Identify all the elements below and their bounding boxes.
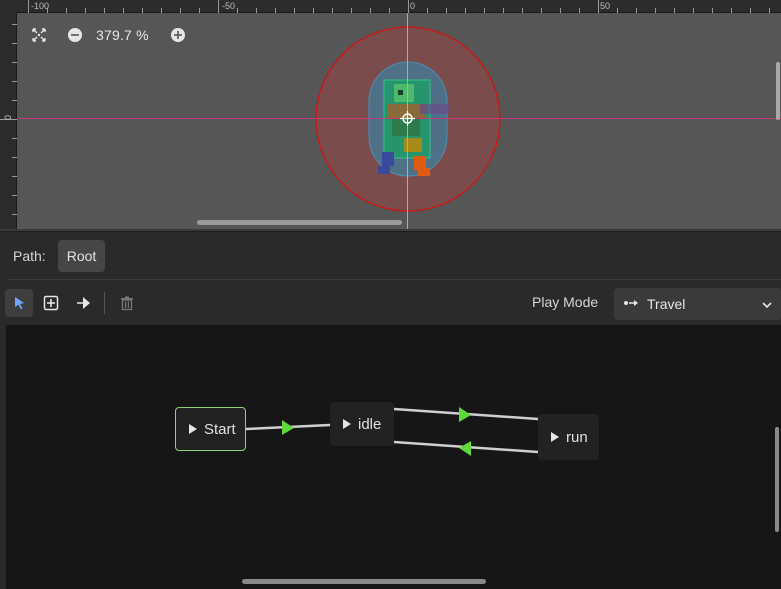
ruler-minor-tick: [123, 8, 124, 13]
ruler-minor-tick: [351, 8, 352, 13]
state-node-label: idle: [358, 415, 382, 433]
ruler-label-50: 50: [600, 1, 611, 11]
ruler-minor-tick: [370, 8, 371, 13]
ruler-minor-tick: [503, 8, 504, 13]
ruler-minor-tick: [446, 8, 447, 13]
ruler-minor-tick: [12, 100, 17, 101]
ruler-minor-tick: [560, 8, 561, 13]
ruler-minor-tick: [541, 8, 542, 13]
connect-tool-icon[interactable]: [69, 289, 97, 317]
travel-icon: [623, 295, 639, 313]
state-node-start[interactable]: Start: [175, 407, 246, 451]
ruler-minor-tick: [769, 8, 770, 13]
graph-horizontal-scrollbar[interactable]: [242, 579, 486, 584]
ruler-minor-tick: [12, 176, 17, 177]
zoom-in-icon[interactable]: [167, 24, 189, 46]
state-node-label: Start: [204, 420, 236, 438]
viewport-horizontal-scrollbar[interactable]: [197, 220, 402, 225]
ruler-minor-tick: [12, 43, 17, 44]
zoom-out-icon[interactable]: [64, 24, 86, 46]
chevron-down-icon: [761, 298, 773, 316]
ruler-minor-tick: [12, 24, 17, 25]
ruler-minor-tick: [294, 8, 295, 13]
ruler-corner: [0, 0, 17, 13]
ruler-label-minus-50: -50: [222, 1, 236, 11]
ruler-minor-tick: [731, 8, 732, 13]
path-bar: Path: Root: [0, 232, 781, 280]
ruler-minor-tick: [142, 8, 143, 13]
ruler-major-tick: [218, 0, 219, 13]
transition-arrow-icon: [459, 407, 471, 422]
path-label: Path:: [13, 248, 46, 264]
root-path-button[interactable]: Root: [57, 240, 106, 272]
ruler-minor-tick: [12, 62, 17, 63]
ruler-minor-tick: [161, 8, 162, 13]
horizontal-ruler: [0, 0, 781, 13]
ruler-minor-tick: [237, 8, 238, 13]
ruler-minor-tick: [12, 214, 17, 215]
ruler-minor-tick: [750, 8, 751, 13]
play-icon: [189, 424, 197, 434]
toolbar-separator: [104, 292, 105, 314]
ruler-minor-tick: [655, 8, 656, 13]
transition-arrow-icon: [282, 420, 294, 435]
play-icon: [343, 419, 351, 429]
ruler-minor-tick: [12, 138, 17, 139]
ruler-minor-tick: [180, 8, 181, 13]
ruler-minor-tick: [275, 8, 276, 13]
viewport-bottom-divider[interactable]: [0, 229, 781, 231]
ruler-minor-tick: [66, 8, 67, 13]
ruler-minor-tick: [693, 8, 694, 13]
ruler-minor-tick: [465, 8, 466, 13]
ruler-minor-tick: [636, 8, 637, 13]
viewport-vertical-scrollbar[interactable]: [776, 62, 780, 120]
ruler-minor-tick: [256, 8, 257, 13]
ruler-minor-tick: [104, 8, 105, 13]
ruler-major-tick: [408, 0, 409, 13]
transitions-layer: [245, 407, 539, 456]
ruler-minor-tick: [712, 8, 713, 13]
zoom-toolbar: 379.7 %: [28, 24, 189, 46]
state-node-idle[interactable]: idle: [330, 402, 394, 446]
select-tool-icon[interactable]: [5, 289, 33, 317]
state-node-label: run: [566, 428, 588, 446]
ruler-minor-tick: [85, 8, 86, 13]
ruler-minor-tick: [313, 8, 314, 13]
play-mode-value: Travel: [647, 296, 686, 312]
ruler-minor-tick: [522, 8, 523, 13]
ruler-label-left-0: 0: [3, 114, 13, 120]
ruler-major-tick: [598, 0, 599, 13]
play-mode-label: Play Mode: [532, 294, 599, 310]
ruler-minor-tick: [332, 8, 333, 13]
ruler-minor-tick: [579, 8, 580, 13]
ruler-minor-tick: [12, 195, 17, 196]
ruler-minor-tick: [199, 8, 200, 13]
ruler-minor-tick: [427, 8, 428, 13]
play-mode-dropdown[interactable]: Travel: [614, 288, 781, 320]
state-node-run[interactable]: run: [538, 414, 599, 460]
ruler-minor-tick: [617, 8, 618, 13]
graph-vertical-scrollbar[interactable]: [775, 427, 779, 532]
ruler-major-tick: [28, 0, 29, 13]
delete-icon[interactable]: [113, 289, 141, 317]
ruler-minor-tick: [674, 8, 675, 13]
state-machine-graph[interactable]: Start idle run: [6, 325, 781, 589]
ruler-minor-tick: [12, 81, 17, 82]
zoom-level-text: 379.7 %: [96, 27, 149, 43]
add-node-tool-icon[interactable]: [37, 289, 65, 317]
sprite-viewport[interactable]: -100 -50 0 50 0 379.7 %: [0, 0, 781, 231]
ruler-minor-tick: [12, 157, 17, 158]
ruler-minor-tick: [389, 8, 390, 13]
ruler-label-minus-100: -100: [31, 1, 50, 11]
play-icon: [551, 432, 559, 442]
center-view-icon[interactable]: [28, 24, 50, 46]
ruler-label-0: 0: [410, 1, 416, 11]
transition-arrow-icon: [459, 441, 471, 456]
state-machine-toolbar: Play Mode Travel: [0, 280, 781, 325]
ruler-minor-tick: [484, 8, 485, 13]
